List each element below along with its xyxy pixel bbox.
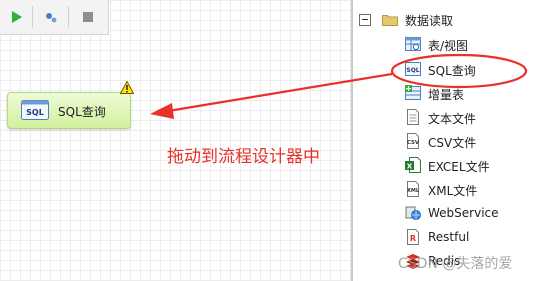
text-file-icon <box>407 109 419 125</box>
tree-item-webservice[interactable]: WebService <box>405 204 545 224</box>
drag-hint-text: 拖动到流程设计器中 <box>167 147 320 167</box>
restful-icon-text: R <box>410 234 416 243</box>
tree-item-xml-file[interactable]: XML XML文件 <box>405 180 545 200</box>
settings-icon <box>46 13 57 23</box>
restful-icon: R <box>407 229 419 245</box>
toolbar-divider <box>68 6 69 28</box>
excel-file-icon: X <box>405 157 421 173</box>
table-view-icon <box>405 37 421 51</box>
tree-item-restful[interactable]: R Restful <box>405 228 545 248</box>
tree-item-label: EXCEL文件 <box>428 160 490 174</box>
sql-query-node[interactable]: SQL SQL查询 <box>7 92 131 129</box>
xml-file-icon: XML <box>407 181 420 197</box>
node-label: SQL查询 <box>58 105 106 119</box>
tree-item-csv-file[interactable]: CSV CSV文件 <box>405 132 545 152</box>
sql-icon: SQL <box>405 62 421 76</box>
xml-icon-text: XML <box>407 188 420 194</box>
sql-icon-text: SQL <box>26 108 44 117</box>
tree-item-incremental-table[interactable]: 增量表 <box>405 84 545 104</box>
settings-button[interactable] <box>38 4 64 30</box>
component-tree: 数据读取 表/视图 SQL SQL查询 增量表 文本文件 CSV CSV文件 X… <box>353 0 549 281</box>
collapse-icon[interactable] <box>359 14 371 26</box>
watermark: CSDN @失落的爱 <box>398 256 513 272</box>
tree-group-data-read[interactable]: 数据读取 <box>405 12 453 29</box>
tree-item-text-file[interactable]: 文本文件 <box>405 108 545 128</box>
sql-icon-text: SQL <box>406 67 419 74</box>
folder-icon <box>382 15 398 26</box>
tree-item-label: 增量表 <box>428 88 465 102</box>
tree-item-table-view[interactable]: 表/视图 <box>405 35 545 55</box>
tree-item-excel-file[interactable]: X EXCEL文件 <box>405 156 545 176</box>
tree-item-label: WebService <box>428 206 499 220</box>
stop-icon <box>83 12 93 22</box>
tree-item-label: Restful <box>428 230 470 244</box>
tree-item-label: SQL查询 <box>428 64 476 78</box>
play-button[interactable] <box>3 4 29 30</box>
tree-item-label: 表/视图 <box>428 39 469 53</box>
csv-icon-text: CSV <box>407 140 420 146</box>
flow-designer-canvas[interactable]: SQL SQL查询 拖动到流程设计器中 <box>0 0 351 281</box>
tree-item-label: CSV文件 <box>428 136 477 150</box>
tree-item-label: XML文件 <box>428 184 478 198</box>
excel-icon-text: X <box>407 163 413 171</box>
warning-icon <box>120 81 134 94</box>
csv-file-icon: CSV <box>407 133 420 149</box>
incremental-table-icon <box>405 85 421 100</box>
tree-item-label: 文本文件 <box>428 112 477 126</box>
play-icon <box>12 11 22 23</box>
stop-button[interactable] <box>75 4 101 30</box>
tree-item-sql-query[interactable]: SQL SQL查询 <box>405 60 545 80</box>
webservice-icon <box>405 206 421 220</box>
toolbar-divider <box>32 6 33 28</box>
toolbar <box>0 0 109 35</box>
sql-icon: SQL <box>21 100 49 120</box>
